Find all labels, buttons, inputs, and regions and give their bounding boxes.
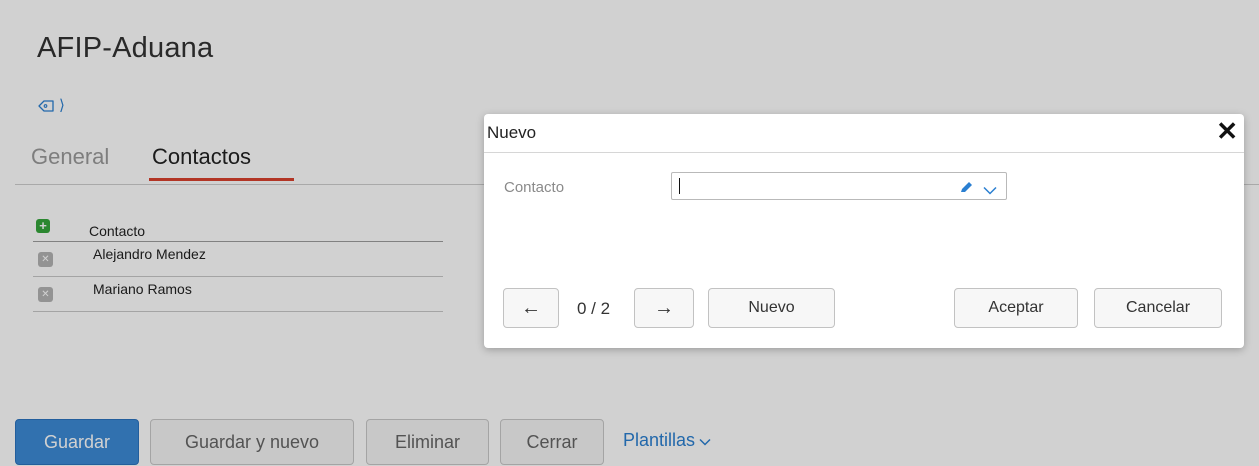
contacto-field[interactable] [671,172,1007,200]
pencil-icon[interactable] [960,180,974,198]
text-cursor [679,178,680,194]
accept-button[interactable]: Aceptar [954,288,1078,328]
close-icon[interactable]: ✕ [1216,118,1238,144]
new-button[interactable]: Nuevo [708,288,835,328]
next-button[interactable]: → [634,288,694,328]
cancel-button[interactable]: Cancelar [1094,288,1222,328]
previous-button[interactable]: ← [503,288,559,328]
dialog-header: Nuevo ✕ [484,114,1244,153]
arrow-right-icon: → [654,296,674,319]
contacto-field-label: Contacto [504,179,565,196]
chevron-down-icon[interactable] [983,182,997,200]
record-counter: 0 / 2 [577,299,611,318]
arrow-left-icon: ← [521,296,541,319]
new-contact-dialog: Nuevo ✕ Contacto ← 0 / 2 → Nuevo Aceptar… [484,114,1244,348]
dialog-title: Nuevo [487,123,537,142]
